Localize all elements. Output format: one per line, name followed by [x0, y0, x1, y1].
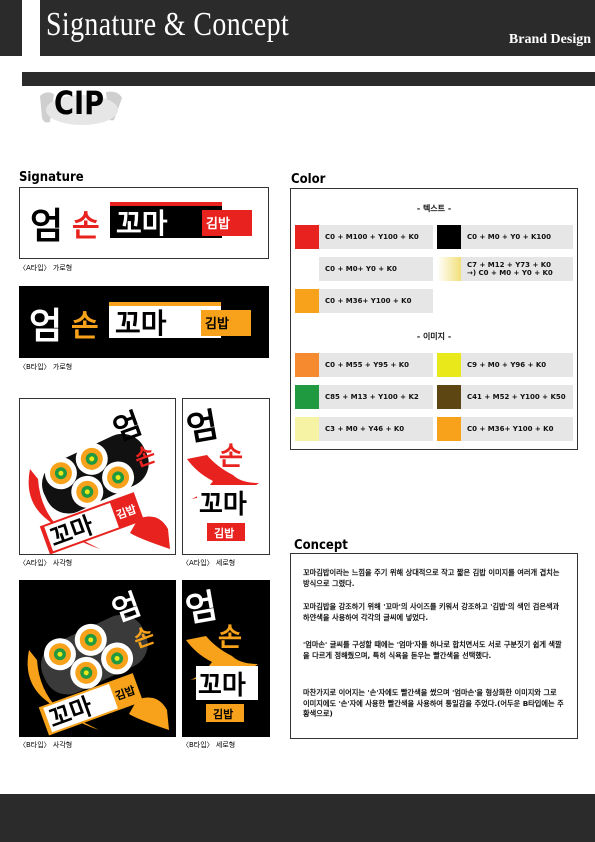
logo-b-vertical: 엄 손 꼬마 김밥 — [182, 580, 270, 737]
logo-b-vertical-art: 엄 손 꼬마 김밥 — [183, 586, 258, 722]
logo-a-vertical: 엄 손 꼬마 김밥 — [182, 398, 270, 555]
image-color-group-label: - 이미지 - — [416, 332, 452, 341]
color-code: C0 + M0+ Y0 + K0 — [325, 265, 397, 273]
header-left-block — [0, 0, 22, 56]
caption-a-square: 〈A타입〉 사각형 — [19, 559, 73, 567]
logo-eom-text: 엄 — [29, 306, 62, 347]
concept-title: Concept — [294, 538, 348, 553]
logo-son-text: 손 — [71, 309, 99, 344]
color-swatch-row: C7 + M12 + Y73 + K0 →) C0 + M0 + Y0 + K0 — [437, 257, 573, 281]
color-code: C41 + M52 + Y100 + K50 — [467, 393, 566, 401]
color-swatch — [295, 289, 319, 313]
caption-b-square: 〈B타입〉 사각형 — [19, 741, 73, 749]
color-swatch — [437, 385, 461, 409]
color-swatch — [295, 257, 319, 281]
concept-paragraph: '엄마손' 글씨를 구성할 때에는 '엄마'자를 하나로 합치면서도 서로 구분… — [303, 640, 562, 660]
concept-paragraph: 마찬가지로 이어지는 '손'자에도 빨간색을 썼으며 '엄마손'을 형상화한 이… — [303, 688, 564, 718]
page-subtitle: Brand Design — [508, 32, 591, 47]
color-swatch — [295, 225, 319, 249]
logo-kkoma-text: 꼬마 — [199, 490, 247, 520]
color-code: C0 + M55 + Y95 + K0 — [325, 361, 410, 369]
color-swatch-row: C85 + M13 + Y100 + K2 — [295, 385, 433, 409]
color-code: C9 + M0 + Y96 + K0 — [467, 361, 547, 369]
color-swatch — [295, 353, 319, 377]
color-swatch-row: C0 + M36+ Y100 + K0 — [295, 289, 433, 313]
logo-gimbap-text: 김밥 — [205, 316, 229, 332]
color-code: C3 + M0 + Y46 + K0 — [325, 425, 405, 433]
color-swatch — [295, 385, 319, 409]
color-swatch-row: C0 + M36+ Y100 + K0 — [437, 417, 573, 441]
logo-b-horizontal: 엄 손 꼬마 김밥 — [19, 286, 269, 358]
logo-a-vertical-art: 엄 손 꼬마 김밥 — [184, 405, 259, 541]
logo-kkoma-text: 꼬마 — [45, 692, 96, 733]
logo-eom-text: 엄 — [184, 405, 222, 450]
logo-kkoma-text: 꼬마 — [115, 307, 167, 340]
color-code: C0 + M36+ Y100 + K0 — [325, 297, 412, 305]
caption-b-vertical: 〈B타입〉 세로형 — [182, 741, 236, 749]
concept-paragraph: 꼬마김밥이라는 느낌을 주기 위해 상대적으로 작고 짧은 김밥 이미지를 여러… — [303, 568, 560, 588]
header-accent-stripe — [22, 0, 40, 56]
color-code-secondary: →) C0 + M0 + Y0 + K0 — [467, 269, 553, 277]
logo-son-text: 손 — [218, 623, 242, 653]
cip-label: CIP — [54, 84, 105, 122]
divider-band-accent — [0, 72, 22, 86]
color-swatch — [437, 353, 461, 377]
page-title: Signature & Concept — [46, 6, 290, 43]
logo-kkoma-text: 꼬마 — [198, 671, 246, 701]
logo-a-horizontal: 엄 손 꼬마 김밥 — [19, 187, 269, 259]
concept-paragraph: 꼬마김밥을 강조하기 위해 '꼬마'의 사이즈를 키워서 강조하고 '김밥'의 … — [303, 602, 560, 622]
color-title: Color — [291, 172, 326, 187]
logo-eom-text: 엄 — [30, 206, 63, 247]
caption-a-horizontal: 〈A타입〉 가로형 — [19, 264, 73, 272]
signature-title: Signature — [19, 170, 84, 185]
color-swatch — [295, 417, 319, 441]
color-swatch-row: C9 + M0 + Y96 + K0 — [437, 353, 573, 377]
logo-gimbap-text: 김밥 — [206, 216, 230, 232]
color-swatch-row: C41 + M52 + Y100 + K50 — [437, 385, 573, 409]
color-code: C0 + M36+ Y100 + K0 — [467, 425, 554, 433]
logo-b-square: 엄 손 꼬마 김밥 — [19, 580, 176, 737]
logo-son-text: 손 — [219, 442, 243, 472]
color-swatch — [437, 257, 461, 281]
color-code: C0 + M100 + Y100 + K0 — [325, 233, 419, 241]
color-swatch-row: C0 + M55 + Y95 + K0 — [295, 353, 433, 377]
logo-gimbap-text: 김밥 — [213, 707, 233, 721]
logo-a-square: 엄 손 꼬마 김밥 — [19, 398, 176, 555]
color-panel: - 텍스트 - C0 + M100 + Y100 + K0 C0 + M0 + … — [290, 188, 578, 450]
footer-bar — [0, 794, 595, 842]
logo-eom-text: 엄 — [183, 586, 221, 631]
color-swatch — [437, 225, 461, 249]
color-swatch-row: C0 + M100 + Y100 + K0 — [295, 225, 433, 249]
color-code: C0 + M0 + Y0 + K100 — [467, 233, 552, 241]
color-swatch — [437, 417, 461, 441]
color-swatch-row: C0 + M0 + Y0 + K100 — [437, 225, 573, 249]
caption-b-horizontal: 〈B타입〉 가로형 — [19, 363, 73, 371]
logo-son-text: 손 — [72, 209, 100, 244]
logo-gimbap-text: 김밥 — [214, 526, 234, 540]
logo-b-horizontal-art: 엄 손 꼬마 김밥 — [29, 302, 251, 347]
color-code: C85 + M13 + Y100 + K2 — [325, 393, 419, 401]
concept-box: 꼬마김밥이라는 느낌을 주기 위해 상대적으로 작고 짧은 김밥 이미지를 여러… — [290, 553, 578, 739]
logo-kkoma-text: 꼬마 — [116, 207, 168, 240]
logo-a-horizontal-art: 엄 손 꼬마 김밥 — [30, 202, 252, 247]
logo-b-square-art: 엄 손 꼬마 김밥 — [27, 587, 169, 736]
caption-a-vertical: 〈A타입〉 세로형 — [182, 559, 236, 567]
logo-kkoma-text: 꼬마 — [46, 511, 97, 552]
color-code: C7 + M12 + Y73 + K0 — [467, 261, 552, 269]
color-swatch-row: C3 + M0 + Y46 + K0 — [295, 417, 433, 441]
logo-a-square-art: 엄 손 꼬마 김밥 — [28, 406, 170, 555]
color-swatch-row: C0 + M0+ Y0 + K0 — [295, 257, 433, 281]
text-color-group-label: - 텍스트 - — [416, 204, 452, 213]
